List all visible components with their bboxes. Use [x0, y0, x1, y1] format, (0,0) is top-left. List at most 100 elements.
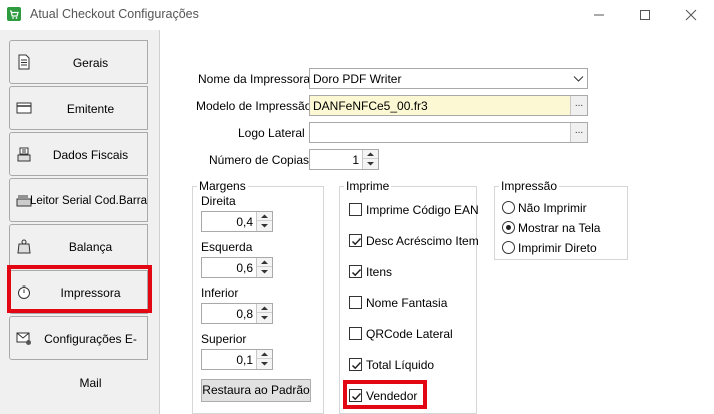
- highlight-impressora: [7, 265, 152, 313]
- logo-lateral-field[interactable]: ...: [309, 122, 588, 143]
- restore-default-button[interactable]: Restaura ao Padrão: [201, 379, 311, 402]
- arrow-down-icon: [367, 162, 374, 166]
- radio-circle[interactable]: [502, 201, 515, 214]
- dropdown-button[interactable]: [570, 69, 587, 88]
- checkbox-total-liquido[interactable]: Total Líquido: [349, 357, 474, 373]
- checkbox-label: Itens: [366, 265, 393, 279]
- modelo-impressao-label: Modelo de Impressão: [196, 99, 312, 113]
- imprime-title: Imprime: [344, 179, 392, 193]
- inferior-stepper[interactable]: 0,8: [201, 303, 273, 324]
- app-icon: [7, 7, 21, 21]
- radio-selected-dot: [506, 225, 511, 230]
- arrow-down-icon: [261, 362, 268, 366]
- stepper-down-button[interactable]: [257, 313, 272, 322]
- checkbox-label: Total Líquido: [366, 358, 435, 372]
- document-icon: [18, 54, 30, 70]
- checkbox-label: Imprime Código EAN: [366, 203, 479, 217]
- logo-lateral-label: Logo Lateral: [238, 126, 305, 140]
- close-button[interactable]: [668, 0, 714, 30]
- nome-impressora-value: Doro PDF Writer: [313, 72, 402, 86]
- checkbox-imprime-codigo-ean[interactable]: Imprime Código EAN: [349, 202, 479, 218]
- sidebar-item-dados-fiscais[interactable]: Dados Fiscais: [9, 132, 148, 176]
- checkbox-box[interactable]: [349, 234, 362, 247]
- arrow-up-icon: [261, 214, 268, 218]
- checkbox-box[interactable]: [349, 203, 362, 216]
- highlight-vendedor: [343, 380, 427, 409]
- sidebar-item-label: Emitente: [66, 102, 115, 116]
- checkbox-box[interactable]: [349, 358, 362, 371]
- sidebar-item-balanca[interactable]: Balança: [9, 224, 148, 268]
- sidebar-item-emitente[interactable]: Emitente: [9, 86, 148, 130]
- arrow-down-icon: [261, 270, 268, 274]
- radio-circle[interactable]: [502, 221, 515, 234]
- sidebar-item-label: Balança: [68, 240, 113, 254]
- browse-button[interactable]: ...: [570, 96, 587, 115]
- inferior-label: Inferior: [201, 286, 239, 300]
- radio-nao-imprimir[interactable]: Não Imprimir: [502, 200, 622, 216]
- impressao-title: Impressão: [499, 179, 560, 193]
- esquerda-stepper[interactable]: 0,6: [201, 257, 273, 278]
- esquerda-label: Esquerda: [201, 240, 253, 254]
- radio-label: Imprimir Direto: [518, 241, 597, 255]
- esquerda-value: 0,6: [236, 261, 253, 275]
- checkbox-qrcode-lateral[interactable]: QRCode Lateral: [349, 326, 474, 342]
- sidebar-item-label: Gerais: [72, 56, 109, 70]
- radio-mostrar-na-tela[interactable]: Mostrar na Tela: [502, 220, 622, 236]
- radio-imprimir-direto[interactable]: Imprimir Direto: [502, 240, 622, 256]
- stepper-down-button[interactable]: [257, 359, 272, 368]
- chevron-down-icon: [573, 76, 584, 82]
- margens-title: Margens: [197, 179, 248, 193]
- sidebar-item-label: Dados Fiscais: [52, 148, 129, 162]
- maximize-button[interactable]: [622, 0, 668, 30]
- stepper-down-button[interactable]: [257, 221, 272, 230]
- close-icon: [685, 9, 697, 21]
- radio-circle[interactable]: [502, 241, 515, 254]
- checkmark-icon: [351, 361, 362, 370]
- numero-copias-stepper[interactable]: 1: [309, 149, 379, 170]
- sidebar: Gerais Emitente Dados Fiscais Leitor Ser…: [0, 30, 160, 414]
- arrow-up-icon: [261, 260, 268, 264]
- stepper-down-button[interactable]: [257, 267, 272, 276]
- stepper-up-button[interactable]: [257, 304, 272, 313]
- checkmark-icon: [351, 268, 362, 277]
- superior-stepper[interactable]: 0,1: [201, 349, 273, 370]
- window-title: Atual Checkout Configurações: [30, 7, 199, 21]
- stepper-up-button[interactable]: [257, 212, 272, 221]
- checkbox-box[interactable]: [349, 296, 362, 309]
- title-bar: Atual Checkout Configurações: [0, 0, 714, 30]
- stepper-up-button[interactable]: [257, 258, 272, 267]
- checkmark-icon: [351, 237, 362, 246]
- radio-label: Não Imprimir: [518, 201, 587, 215]
- sidebar-item-gerais[interactable]: Gerais: [9, 40, 148, 84]
- checkbox-box[interactable]: [349, 265, 362, 278]
- weight-icon: [17, 239, 31, 254]
- arrow-down-icon: [261, 224, 268, 228]
- checkbox-label: Nome Fantasia: [366, 296, 448, 310]
- stepper-down-button[interactable]: [363, 159, 378, 168]
- checkbox-itens[interactable]: Itens: [349, 264, 474, 280]
- arrow-up-icon: [261, 352, 268, 356]
- numero-copias-value: 1: [352, 153, 359, 167]
- modelo-impressao-field[interactable]: DANFeNFCe5_00.fr3 ...: [309, 95, 588, 116]
- browse-button[interactable]: ...: [570, 123, 587, 142]
- sidebar-item-leitor-serial[interactable]: Leitor Serial Cod.Barra: [9, 178, 148, 222]
- minimize-button[interactable]: [576, 0, 622, 30]
- direita-value: 0,4: [236, 215, 253, 229]
- checkbox-label: QRCode Lateral: [366, 327, 453, 341]
- scale-icon: [17, 147, 31, 162]
- stepper-up-button[interactable]: [363, 150, 378, 159]
- superior-value: 0,1: [236, 353, 253, 367]
- checkbox-label: Desc Acréscimo Item: [366, 234, 479, 248]
- card-icon: [16, 102, 32, 114]
- nome-impressora-label: Nome da Impressora: [198, 72, 311, 86]
- direita-stepper[interactable]: 0,4: [201, 211, 273, 232]
- nome-impressora-select[interactable]: Doro PDF Writer: [309, 68, 588, 89]
- checkbox-box[interactable]: [349, 327, 362, 340]
- modelo-impressao-value: DANFeNFCe5_00.fr3: [313, 99, 428, 113]
- checkbox-nome-fantasia[interactable]: Nome Fantasia: [349, 295, 474, 311]
- minimize-icon: [594, 14, 604, 16]
- sidebar-item-email[interactable]: Configurações E-Mail: [9, 316, 148, 390]
- checkbox-desc-acrescimo-item[interactable]: Desc Acréscimo Item: [349, 233, 479, 249]
- sidebar-item-label: Leitor Serial Cod.Barra: [30, 195, 147, 207]
- stepper-up-button[interactable]: [257, 350, 272, 359]
